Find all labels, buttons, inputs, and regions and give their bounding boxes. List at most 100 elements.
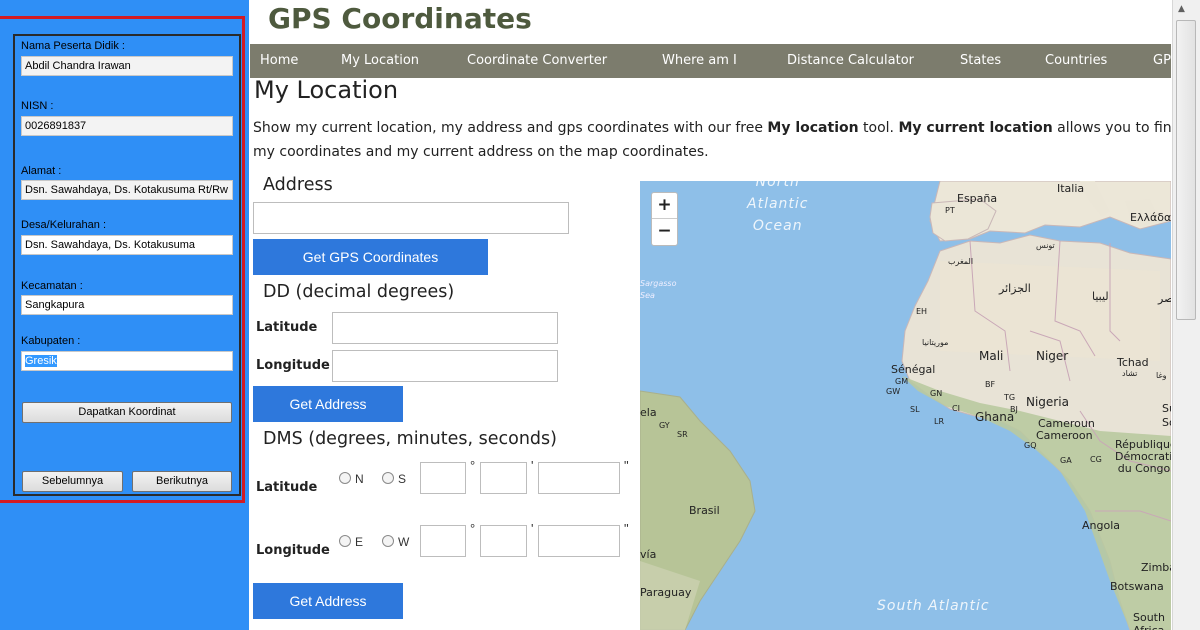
minute-symbol: ' <box>531 521 534 536</box>
map-label: وغا <box>1156 371 1167 380</box>
site-title[interactable]: GPS Coordinates <box>268 2 532 35</box>
map-label: مصر <box>1158 292 1171 305</box>
map-label: LR <box>934 417 945 426</box>
address-heading: Address <box>263 175 333 195</box>
map-label: vía <box>640 548 657 561</box>
lon-minutes-input[interactable] <box>480 525 527 557</box>
map-label: Sud <box>1162 402 1171 415</box>
lat-degrees-input[interactable] <box>420 462 466 494</box>
scrollbar-thumb[interactable] <box>1176 20 1196 320</box>
degree-symbol: ° <box>470 458 476 473</box>
nav-distance-calculator[interactable]: Distance Calculator <box>787 53 914 68</box>
input-nama[interactable]: Abdil Chandra Irawan <box>21 56 233 76</box>
label-nama: Nama Peserta Didik : <box>21 40 125 52</box>
second-symbol: " <box>624 458 629 473</box>
map-tiles <box>640 181 1171 630</box>
lat-minutes-input[interactable] <box>480 462 527 494</box>
map-label: CI <box>952 404 960 413</box>
lon-degrees-input[interactable] <box>420 525 466 557</box>
map-label: South Africa <box>1133 611 1165 630</box>
map-label: ela <box>640 406 657 419</box>
minute-symbol: ' <box>531 458 534 473</box>
second-symbol: " <box>624 521 629 536</box>
vertical-scrollbar[interactable]: ▲ <box>1172 0 1200 630</box>
north-radio[interactable] <box>339 472 351 484</box>
berikutnya-button[interactable]: Berikutnya <box>132 471 232 492</box>
dd-latitude-input[interactable] <box>332 312 558 344</box>
dd-heading: DD (decimal degrees) <box>263 282 455 302</box>
dd-longitude-input[interactable] <box>332 350 558 382</box>
dapatkan-koordinat-button[interactable]: Dapatkan Koordinat <box>22 402 232 423</box>
map-label: Mali <box>979 349 1004 363</box>
west-label: W <box>398 535 410 549</box>
nav-gps[interactable]: GPS <box>1153 53 1171 68</box>
map-label: GA <box>1060 456 1072 465</box>
map-label: Zimba <box>1141 561 1171 574</box>
map-label: Cameroon <box>1036 429 1093 442</box>
lat-seconds-input[interactable] <box>538 462 620 494</box>
intro-bold: My location <box>767 120 859 136</box>
input-desa[interactable]: Dsn. Sawahdaya, Ds. Kotakusuma <box>21 235 233 255</box>
label-alamat: Alamat : <box>21 165 62 177</box>
degree-symbol: ° <box>470 521 476 536</box>
map-label: España <box>957 192 998 205</box>
get-gps-coordinates-button[interactable]: Get GPS Coordinates <box>253 239 488 275</box>
map-label: Italia <box>1057 182 1085 195</box>
intro-part: tool. <box>858 120 899 136</box>
map-label: Angola <box>1082 519 1121 532</box>
west-radio[interactable] <box>382 535 394 547</box>
input-kabupaten[interactable]: Gresik <box>21 351 233 371</box>
map-label: Tchad <box>1117 356 1149 369</box>
lon-seconds-input[interactable] <box>538 525 620 557</box>
map-label: SR <box>677 430 688 439</box>
zoom-in-button[interactable]: + <box>652 193 677 219</box>
sebelumnya-button[interactable]: Sebelumnya <box>22 471 123 492</box>
map-label: Nigeria <box>1026 395 1069 409</box>
map-label: Niger <box>1036 349 1069 363</box>
nav-countries[interactable]: Countries <box>1045 53 1107 68</box>
map-label: GN <box>930 389 943 398</box>
label-kecamatan: Kecamatan : <box>21 280 83 292</box>
south-label: S <box>398 472 407 486</box>
input-kecamatan[interactable]: Sangkapura <box>21 295 233 315</box>
nav-where-am-i[interactable]: Where am I <box>662 53 737 68</box>
zoom-control: + − <box>651 192 678 246</box>
dd-get-address-button[interactable]: Get Address <box>253 386 403 422</box>
nav-home[interactable]: Home <box>260 53 298 68</box>
dd-latitude-label: Latitude <box>256 320 318 335</box>
map-label: Sargasso Sea <box>640 279 677 300</box>
map-label: GM <box>895 377 909 386</box>
map-label: GQ <box>1024 441 1037 450</box>
nav-states[interactable]: States <box>960 53 1001 68</box>
map-label: موريتانيا <box>922 338 949 347</box>
map-label: Sou <box>1162 416 1171 429</box>
intro-bold: My current location <box>898 120 1053 136</box>
nav-my-location[interactable]: My Location <box>341 53 419 68</box>
address-input[interactable] <box>253 202 569 234</box>
scroll-up-icon[interactable]: ▲ <box>1178 4 1185 14</box>
map-label: CG <box>1090 455 1102 464</box>
dms-get-address-button[interactable]: Get Address <box>253 583 403 619</box>
map-label: Botswana <box>1110 580 1164 593</box>
map-label: ليبيا <box>1092 290 1109 303</box>
map-view[interactable]: + − North Atlantic Ocean Italia España PT … <box>640 181 1171 630</box>
east-label: E <box>355 535 364 549</box>
east-radio[interactable] <box>339 535 351 547</box>
map-label-south-atlantic: South Atlantic <box>877 598 990 614</box>
map-label: TG <box>1004 393 1016 402</box>
zoom-out-button[interactable]: − <box>652 219 677 245</box>
label-desa: Desa/Kelurahan : <box>21 219 106 231</box>
map-label-north-atlantic: North Atlantic Ocean <box>747 181 809 234</box>
input-nisn[interactable]: 0026891837 <box>21 116 233 136</box>
north-label: N <box>355 472 364 486</box>
nav-coordinate-converter[interactable]: Coordinate Converter <box>467 53 607 68</box>
dd-longitude-label: Longitude <box>256 358 330 373</box>
nav-bar: Home My Location Coordinate Converter Wh… <box>250 44 1171 78</box>
map-label: Brasil <box>689 504 720 517</box>
input-alamat[interactable]: Dsn. Sawahdaya, Ds. Kotakusuma Rt/Rw : <box>21 180 233 200</box>
map-label: المغرب <box>948 257 974 266</box>
label-nisn: NISN : <box>21 100 54 112</box>
map-label: EH <box>916 307 928 316</box>
south-radio[interactable] <box>382 472 394 484</box>
map-label: تونس <box>1036 241 1055 250</box>
